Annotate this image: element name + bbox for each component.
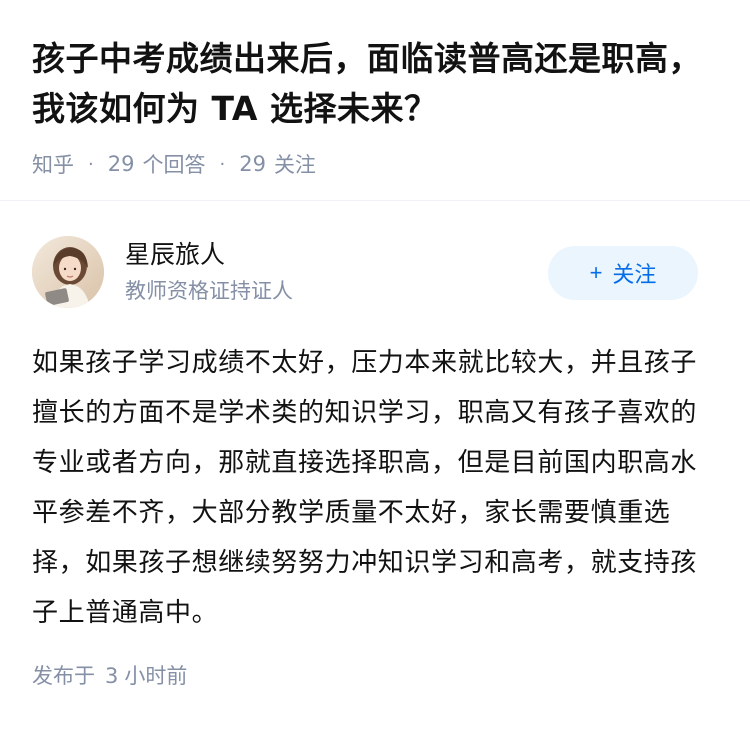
question-header: 孩子中考成绩出来后，面临读普高还是职高，我该如何为 TA 选择未来？ 知乎 · … (32, 34, 722, 180)
author-badge: 教师资格证持证人 (125, 279, 293, 303)
answer-meta: 发布于 3 小时前 (32, 660, 187, 692)
answers-label[interactable]: 个回答 (142, 149, 205, 179)
author-name[interactable]: 星辰旅人 (125, 238, 225, 272)
answers-count: 29 (107, 152, 135, 176)
avatar[interactable] (32, 236, 104, 308)
question-title[interactable]: 孩子中考成绩出来后，面临读普高还是职高，我该如何为 TA 选择未来？ (32, 34, 722, 134)
user-avatar-icon (32, 236, 104, 308)
published-unit: 小时前 (124, 664, 188, 688)
followers-label[interactable]: 关注 (274, 149, 316, 179)
question-meta: 知乎 · 29 个回答 · 29 关注 (32, 148, 722, 180)
followers-count: 29 (239, 152, 266, 176)
plus-icon: + (589, 260, 603, 285)
source-label[interactable]: 知乎 (32, 149, 74, 179)
section-divider (0, 200, 750, 201)
answer-content[interactable]: 如果孩子学习成绩不太好，压力本来就比较大，并且孩子擅长的方面不是学术类的知识学习… (32, 338, 712, 638)
follow-button[interactable]: + 关注 (548, 246, 698, 300)
author-info: 星辰旅人 教师资格证持证人 + 关注 (32, 236, 698, 310)
published-label: 发布于 (32, 664, 95, 688)
separator-dot: · (88, 153, 94, 175)
published-num: 3 (105, 664, 119, 688)
separator-dot: · (219, 153, 226, 175)
follow-label: 关注 (612, 262, 657, 287)
